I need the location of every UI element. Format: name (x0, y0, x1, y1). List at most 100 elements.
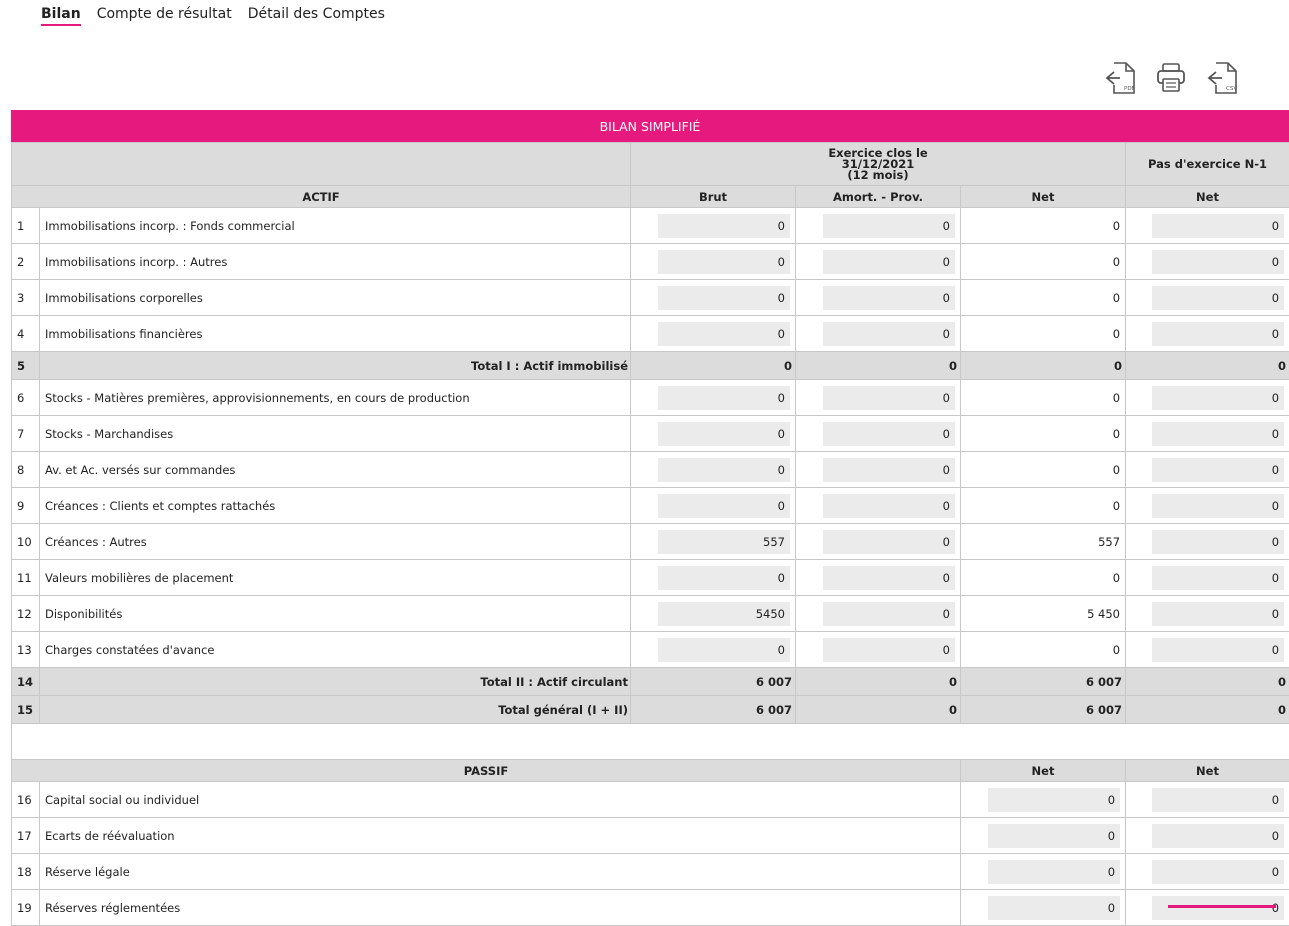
total-brut-value: 6 007 (631, 668, 796, 696)
table-title: BILAN SIMPLIFIÉ (11, 110, 1289, 142)
prev-net-input[interactable]: 0 (1152, 286, 1284, 310)
col-net: Net (961, 186, 1126, 208)
row-label: Capital social ou individuel (40, 782, 961, 818)
prev-net-input[interactable]: 0 (1152, 214, 1284, 238)
row-number: 12 (12, 596, 40, 632)
prev-net-input[interactable]: 0 (1152, 458, 1284, 482)
period-header: Exercice clos le 31/12/2021 (12 mois) (631, 143, 1126, 186)
col-amort: Amort. - Prov. (796, 186, 961, 208)
total-row: 15Total général (I + II)6 00706 0070 (12, 696, 1289, 724)
passif-row: 18Réserve légale00 (12, 854, 1289, 890)
amort-cell: 0 (796, 632, 961, 668)
net-input[interactable]: 0 (988, 824, 1120, 848)
total-prev-value: 0 (1126, 668, 1289, 696)
brut-input[interactable]: 0 (658, 422, 790, 446)
table-body: Exercice clos le 31/12/2021 (12 mois) Pa… (12, 143, 1289, 926)
prev-cell: 0 (1126, 488, 1289, 524)
row-label: Immobilisations corporelles (40, 280, 631, 316)
prev-net-input[interactable]: 0 (1152, 860, 1284, 884)
amort-input[interactable]: 0 (823, 322, 955, 346)
amort-cell: 0 (796, 316, 961, 352)
brut-cell: 0 (631, 244, 796, 280)
total-label: Total I : Actif immobilisé (40, 352, 631, 380)
amort-cell: 0 (796, 452, 961, 488)
prev-net-input[interactable]: 0 (1152, 602, 1284, 626)
brut-input[interactable]: 0 (658, 322, 790, 346)
pdf-export-icon[interactable]: PDF (1104, 61, 1138, 95)
net-value: 0 (961, 632, 1126, 668)
brut-input[interactable]: 0 (658, 638, 790, 662)
net-value: 0 (961, 560, 1126, 596)
prev-net-input[interactable]: 0 (1152, 322, 1284, 346)
prev-net-input[interactable]: 0 (1152, 530, 1284, 554)
brut-input[interactable]: 0 (658, 214, 790, 238)
brut-input[interactable]: 0 (658, 250, 790, 274)
amort-input[interactable]: 0 (823, 422, 955, 446)
amort-input[interactable]: 0 (823, 602, 955, 626)
prev-cell: 0 (1126, 782, 1289, 818)
tab-bilan[interactable]: Bilan (41, 6, 81, 26)
period-line-3: (12 mois) (847, 168, 908, 182)
prev-cell: 0 (1126, 316, 1289, 352)
amort-input[interactable]: 0 (823, 638, 955, 662)
table-row: 1Immobilisations incorp. : Fonds commerc… (12, 208, 1289, 244)
brut-input[interactable]: 0 (658, 286, 790, 310)
row-label: Immobilisations financières (40, 316, 631, 352)
amort-input[interactable]: 0 (823, 566, 955, 590)
net-value: 557 (961, 524, 1126, 560)
brut-cell: 0 (631, 208, 796, 244)
net-value: 0 (961, 416, 1126, 452)
prev-net-input[interactable]: 0 (1152, 638, 1284, 662)
brut-input[interactable]: 0 (658, 566, 790, 590)
amort-input[interactable]: 0 (823, 250, 955, 274)
passif-col-net-prev: Net (1126, 760, 1289, 782)
prev-net-input[interactable]: 0 (1152, 824, 1284, 848)
total-brut-value: 0 (631, 352, 796, 380)
amort-cell: 0 (796, 524, 961, 560)
prev-net-input[interactable]: 0 (1152, 566, 1284, 590)
brut-input[interactable]: 5450 (658, 602, 790, 626)
amort-input[interactable]: 0 (823, 458, 955, 482)
amort-input[interactable]: 0 (823, 214, 955, 238)
row-label: Stocks - Marchandises (40, 416, 631, 452)
csv-export-icon[interactable]: CSV (1206, 61, 1240, 95)
brut-input[interactable]: 557 (658, 530, 790, 554)
amort-input[interactable]: 0 (823, 494, 955, 518)
brut-input[interactable]: 0 (658, 386, 790, 410)
prev-net-input[interactable]: 0 (1152, 250, 1284, 274)
prev-cell: 0 (1126, 560, 1289, 596)
net-cell: 0 (961, 854, 1126, 890)
net-input[interactable]: 0 (988, 860, 1120, 884)
col-net-prev: Net (1126, 186, 1289, 208)
amort-input[interactable]: 0 (823, 530, 955, 554)
row-number: 2 (12, 244, 40, 280)
amort-input[interactable]: 0 (823, 286, 955, 310)
tab-compte-de-resultat[interactable]: Compte de résultat (97, 6, 232, 26)
passif-header: PASSIF (12, 760, 961, 782)
row-number: 17 (12, 818, 40, 854)
prev-cell: 0 (1126, 524, 1289, 560)
row-number: 1 (12, 208, 40, 244)
amort-input[interactable]: 0 (823, 386, 955, 410)
amort-cell: 0 (796, 380, 961, 416)
prev-cell: 0 (1126, 380, 1289, 416)
prev-net-input[interactable]: 0 (1152, 788, 1284, 812)
prev-net-input[interactable]: 0 (1152, 494, 1284, 518)
total-net-value: 6 007 (961, 668, 1126, 696)
row-label: Disponibilités (40, 596, 631, 632)
brut-input[interactable]: 0 (658, 458, 790, 482)
print-icon[interactable] (1155, 61, 1189, 95)
prev-net-input[interactable]: 0 (1152, 422, 1284, 446)
row-number: 10 (12, 524, 40, 560)
total-prev-value: 0 (1126, 696, 1289, 724)
tab-detail-des-comptes[interactable]: Détail des Comptes (248, 6, 385, 26)
net-cell: 0 (961, 818, 1126, 854)
actif-columns-row: ACTIF Brut Amort. - Prov. Net Net (12, 186, 1289, 208)
row-number: 13 (12, 632, 40, 668)
net-input[interactable]: 0 (988, 788, 1120, 812)
table-row: 11Valeurs mobilières de placement0000 (12, 560, 1289, 596)
brut-input[interactable]: 0 (658, 494, 790, 518)
net-value: 0 (961, 280, 1126, 316)
prev-net-input[interactable]: 0 (1152, 386, 1284, 410)
bilan-grid: BILAN SIMPLIFIÉ Exercice clos le 31/12/2… (11, 110, 1289, 926)
